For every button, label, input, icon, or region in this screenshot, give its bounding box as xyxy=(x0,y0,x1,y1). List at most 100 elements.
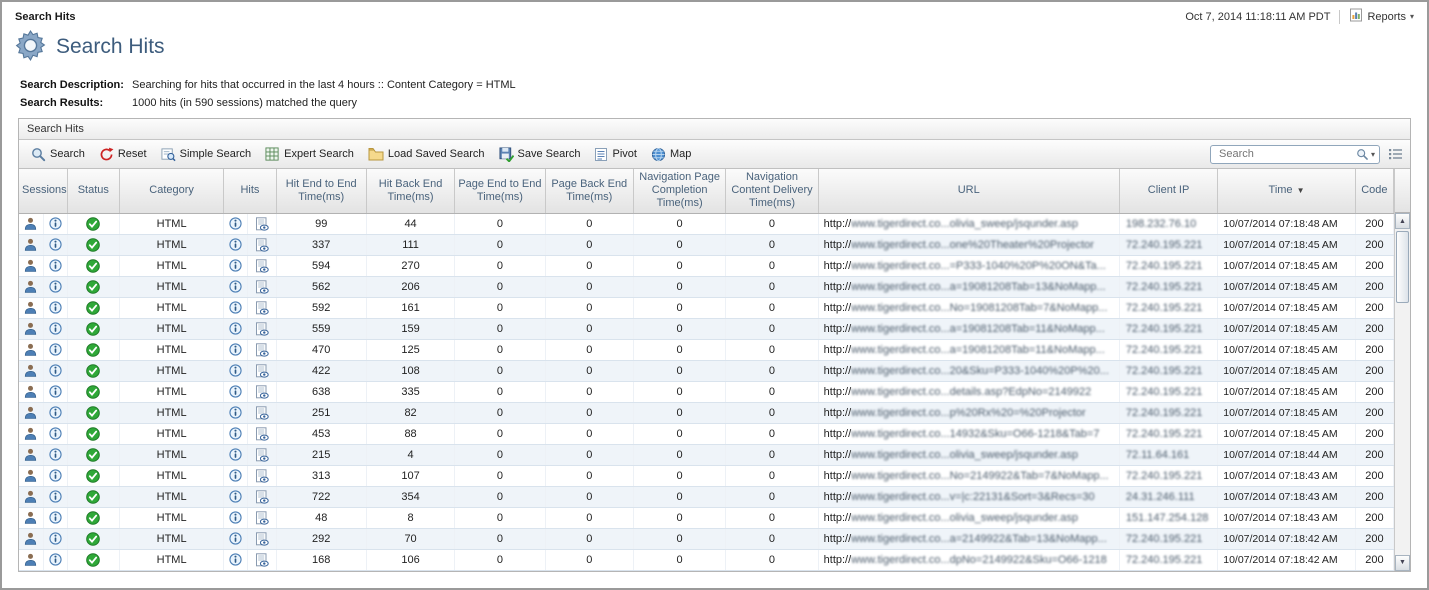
col-header-url[interactable]: URL xyxy=(818,169,1119,213)
hit-info-icon-cell[interactable] xyxy=(224,507,248,528)
hit-content-icon-cell[interactable] xyxy=(248,276,276,297)
session-user-icon-cell[interactable] xyxy=(19,507,43,528)
scrollbar-thumb[interactable] xyxy=(1396,231,1409,303)
col-header-page-back-end[interactable]: Page Back End Time(ms) xyxy=(545,169,633,213)
session-user-icon-cell[interactable] xyxy=(19,486,43,507)
hit-content-icon-cell[interactable] xyxy=(248,297,276,318)
session-info-icon-cell[interactable] xyxy=(43,360,67,381)
simple-search-button[interactable]: Simple Search xyxy=(156,144,257,165)
session-info-icon-cell[interactable] xyxy=(43,507,67,528)
hit-info-icon-cell[interactable] xyxy=(224,360,248,381)
session-info-icon-cell[interactable] xyxy=(43,423,67,444)
session-user-icon-cell[interactable] xyxy=(19,465,43,486)
session-user-icon-cell[interactable] xyxy=(19,297,43,318)
hit-info-icon-cell[interactable] xyxy=(224,486,248,507)
scroll-up-button[interactable]: ▲ xyxy=(1395,213,1410,229)
hit-info-icon-cell[interactable] xyxy=(224,549,248,570)
session-user-icon-cell[interactable] xyxy=(19,318,43,339)
session-user-icon-cell[interactable] xyxy=(19,255,43,276)
hit-content-icon-cell[interactable] xyxy=(248,465,276,486)
hit-info-icon-cell[interactable] xyxy=(224,528,248,549)
hit-content-icon-cell[interactable] xyxy=(248,549,276,570)
search-input[interactable] xyxy=(1217,147,1356,161)
hit-content-icon-cell[interactable] xyxy=(248,381,276,402)
hit-info-icon-cell[interactable] xyxy=(224,402,248,423)
col-header-status[interactable]: Status xyxy=(67,169,119,213)
session-info-icon-cell[interactable] xyxy=(43,339,67,360)
map-button[interactable]: Map xyxy=(646,144,696,165)
col-header-category[interactable]: Category xyxy=(119,169,223,213)
scrollbar-track[interactable] xyxy=(1395,229,1410,555)
hit-info-icon-cell[interactable] xyxy=(224,213,248,234)
session-user-icon-cell[interactable] xyxy=(19,234,43,255)
reset-button[interactable]: Reset xyxy=(94,144,152,165)
session-user-icon-cell[interactable] xyxy=(19,444,43,465)
hit-content-icon-cell[interactable] xyxy=(248,318,276,339)
session-user-icon-cell[interactable] xyxy=(19,402,43,423)
col-header-hit-back-end[interactable]: Hit Back End Time(ms) xyxy=(366,169,454,213)
expert-search-button[interactable]: Expert Search xyxy=(260,144,359,165)
col-header-hits[interactable]: Hits xyxy=(224,169,276,213)
session-info-icon-cell[interactable] xyxy=(43,465,67,486)
hit-content-icon-cell[interactable] xyxy=(248,213,276,234)
col-header-hit-end-to-end[interactable]: Hit End to End Time(ms) xyxy=(276,169,366,213)
hit-info-icon-cell[interactable] xyxy=(224,423,248,444)
hit-info-icon-cell[interactable] xyxy=(224,381,248,402)
session-info-icon-cell[interactable] xyxy=(43,318,67,339)
col-header-client-ip[interactable]: Client IP xyxy=(1119,169,1217,213)
vertical-scrollbar[interactable]: ▲ ▼ xyxy=(1394,169,1410,571)
session-user-icon-cell[interactable] xyxy=(19,549,43,570)
session-info-icon-cell[interactable] xyxy=(43,234,67,255)
session-user-icon-cell[interactable] xyxy=(19,381,43,402)
hit-content-icon-cell[interactable] xyxy=(248,528,276,549)
hit-info-icon-cell[interactable] xyxy=(224,318,248,339)
hit-info-icon-cell[interactable] xyxy=(224,444,248,465)
hit-content-icon-cell[interactable] xyxy=(248,339,276,360)
hit-content-icon-cell[interactable] xyxy=(248,423,276,444)
hit-content-icon-cell[interactable] xyxy=(248,486,276,507)
hit-content-icon-cell[interactable] xyxy=(248,444,276,465)
session-user-icon-cell[interactable] xyxy=(19,360,43,381)
session-info-icon-cell[interactable] xyxy=(43,402,67,423)
hit-content-icon-cell[interactable] xyxy=(248,507,276,528)
col-header-sessions[interactable]: Sessions xyxy=(19,169,67,213)
session-info-icon-cell[interactable] xyxy=(43,549,67,570)
session-info-icon-cell[interactable] xyxy=(43,528,67,549)
search-button[interactable]: Search xyxy=(26,144,90,165)
hit-content-icon-cell[interactable] xyxy=(248,360,276,381)
grid-options-icon[interactable] xyxy=(1388,148,1403,160)
hit-info-icon-cell[interactable] xyxy=(224,276,248,297)
session-info-icon-cell[interactable] xyxy=(43,381,67,402)
pivot-button[interactable]: Pivot xyxy=(589,144,641,165)
search-input-icon[interactable]: ▾ xyxy=(1356,148,1375,161)
col-header-page-end-to-end[interactable]: Page End to End Time(ms) xyxy=(455,169,545,213)
hit-info-icon-cell[interactable] xyxy=(224,255,248,276)
hit-content-icon-cell[interactable] xyxy=(248,255,276,276)
hit-info-icon-cell[interactable] xyxy=(224,297,248,318)
col-header-nav-content-delivery[interactable]: Navigation Content Delivery Time(ms) xyxy=(726,169,818,213)
session-info-icon-cell[interactable] xyxy=(43,297,67,318)
reports-button[interactable]: Reports ▾ xyxy=(1349,8,1414,25)
session-info-icon-cell[interactable] xyxy=(43,213,67,234)
save-search-button[interactable]: Save Search xyxy=(494,144,586,165)
col-header-nav-page-completion[interactable]: Navigation Page Completion Time(ms) xyxy=(633,169,725,213)
hit-info-icon-cell[interactable] xyxy=(224,234,248,255)
status-ok-icon xyxy=(86,301,100,315)
scroll-down-button[interactable]: ▼ xyxy=(1395,555,1410,571)
session-info-icon-cell[interactable] xyxy=(43,276,67,297)
session-user-icon-cell[interactable] xyxy=(19,423,43,444)
hit-info-icon-cell[interactable] xyxy=(224,465,248,486)
session-info-icon-cell[interactable] xyxy=(43,486,67,507)
session-user-icon-cell[interactable] xyxy=(19,528,43,549)
session-user-icon-cell[interactable] xyxy=(19,339,43,360)
session-user-icon-cell[interactable] xyxy=(19,276,43,297)
session-user-icon-cell[interactable] xyxy=(19,213,43,234)
session-info-icon-cell[interactable] xyxy=(43,444,67,465)
col-header-code[interactable]: Code xyxy=(1355,169,1393,213)
hit-info-icon-cell[interactable] xyxy=(224,339,248,360)
col-header-time[interactable]: Time▼ xyxy=(1218,169,1356,213)
hit-content-icon-cell[interactable] xyxy=(248,234,276,255)
hit-content-icon-cell[interactable] xyxy=(248,402,276,423)
load-saved-search-button[interactable]: Load Saved Search xyxy=(363,144,490,164)
session-info-icon-cell[interactable] xyxy=(43,255,67,276)
